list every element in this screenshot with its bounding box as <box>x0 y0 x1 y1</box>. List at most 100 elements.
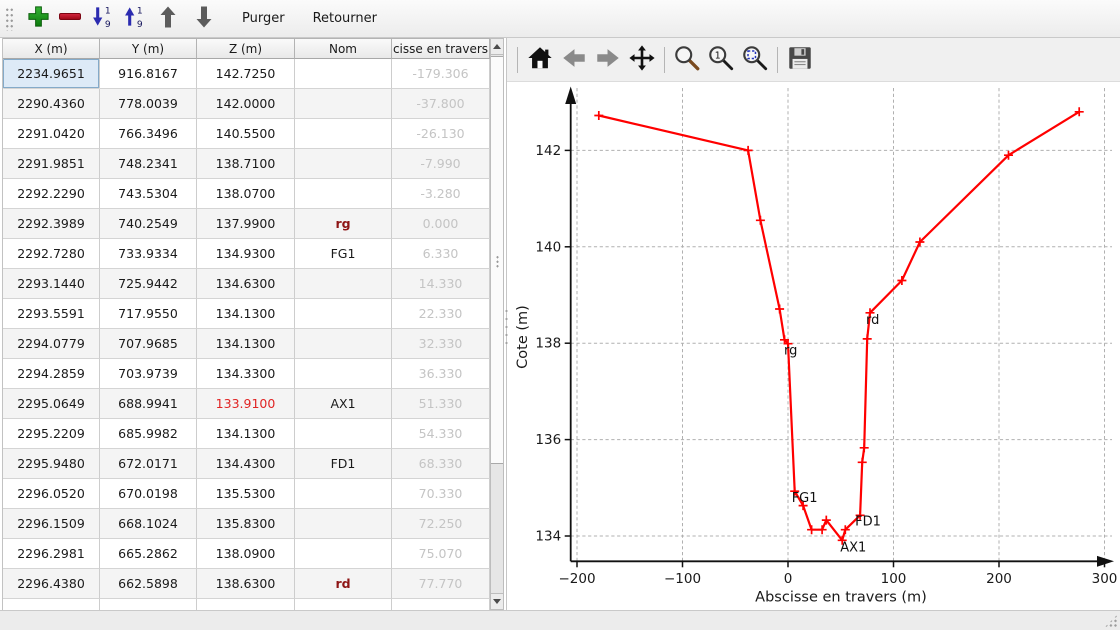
forward-button[interactable] <box>591 42 625 78</box>
cell-x[interactable]: 2295.9480 <box>3 449 100 479</box>
cell-nom[interactable] <box>295 539 392 569</box>
cell-z[interactable]: 138.6300 <box>197 569 295 599</box>
cell-x[interactable]: 2296.2981 <box>3 539 100 569</box>
cell-nom[interactable]: AX1 <box>295 389 392 419</box>
cell-z[interactable]: 142.0000 <box>197 89 295 119</box>
cell-abscisse[interactable]: -37.800 <box>392 89 490 119</box>
cell-y[interactable]: 672.0171 <box>100 449 197 479</box>
column-header-2[interactable]: Z (m) <box>197 38 295 59</box>
cell-z[interactable]: 134.1300 <box>197 419 295 449</box>
cell-abscisse[interactable]: -179.306 <box>392 59 490 89</box>
table-scrollbar[interactable] <box>490 38 504 610</box>
cell-z[interactable]: 134.3300 <box>197 359 295 389</box>
cell-nom[interactable] <box>295 299 392 329</box>
cell-abscisse[interactable]: 72.250 <box>392 509 490 539</box>
cell-x[interactable]: 2295.0649 <box>3 389 100 419</box>
cell-nom[interactable]: FG1 <box>295 239 392 269</box>
cell-y[interactable]: 703.9739 <box>100 359 197 389</box>
cell-nom[interactable] <box>295 89 392 119</box>
cell-x[interactable]: 2294.2859 <box>3 359 100 389</box>
cell-x[interactable] <box>3 599 100 610</box>
cell-x[interactable]: 2296.1509 <box>3 509 100 539</box>
sort-ascending-button[interactable]: 1 9 <box>120 4 148 34</box>
cell-y[interactable]: 688.9941 <box>100 389 197 419</box>
cell-x[interactable]: 2292.3989 <box>3 209 100 239</box>
cell-x[interactable]: 2296.0520 <box>3 479 100 509</box>
column-header-1[interactable]: Y (m) <box>100 38 197 59</box>
cell-y[interactable]: 662.5898 <box>100 569 197 599</box>
pan-button[interactable] <box>625 42 659 78</box>
cell-z[interactable]: 134.1300 <box>197 299 295 329</box>
cell-abscisse[interactable]: -7.990 <box>392 149 490 179</box>
cell-y[interactable]: 685.9982 <box>100 419 197 449</box>
cell-z[interactable]: 138.7100 <box>197 149 295 179</box>
cell-x[interactable]: 2293.5591 <box>3 299 100 329</box>
cell-nom[interactable] <box>295 179 392 209</box>
cell-nom[interactable] <box>295 269 392 299</box>
cell-nom[interactable]: rg <box>295 209 392 239</box>
cell-z[interactable] <box>197 599 295 610</box>
move-down-button[interactable] <box>188 4 220 34</box>
cell-z[interactable]: 138.0700 <box>197 179 295 209</box>
cell-nom[interactable] <box>295 59 392 89</box>
cell-nom[interactable] <box>295 509 392 539</box>
cell-y[interactable]: 668.1024 <box>100 509 197 539</box>
cell-abscisse[interactable]: 14.330 <box>392 269 490 299</box>
cell-x[interactable]: 2234.9651 <box>3 59 100 89</box>
cell-abscisse[interactable] <box>392 599 490 610</box>
cell-y[interactable]: 766.3496 <box>100 119 197 149</box>
save-button[interactable] <box>783 42 817 78</box>
cell-x[interactable]: 2296.4380 <box>3 569 100 599</box>
remove-point-button[interactable] <box>56 4 84 34</box>
cell-y[interactable]: 665.2862 <box>100 539 197 569</box>
scrollbar-thumb[interactable] <box>491 56 503 464</box>
cell-nom[interactable] <box>295 119 392 149</box>
cell-x[interactable]: 2293.1440 <box>3 269 100 299</box>
cell-abscisse[interactable]: 22.330 <box>392 299 490 329</box>
cell-x[interactable]: 2295.2209 <box>3 419 100 449</box>
cell-nom[interactable]: rd <box>295 569 392 599</box>
cell-z[interactable]: 133.9100 <box>197 389 295 419</box>
add-point-button[interactable] <box>24 4 52 34</box>
cell-nom[interactable] <box>295 149 392 179</box>
cell-abscisse[interactable]: 75.070 <box>392 539 490 569</box>
cell-z[interactable]: 134.1300 <box>197 329 295 359</box>
cell-abscisse[interactable]: 70.330 <box>392 479 490 509</box>
cell-abscisse[interactable]: 54.330 <box>392 419 490 449</box>
cell-nom[interactable]: FD1 <box>295 449 392 479</box>
cell-y[interactable]: 717.9550 <box>100 299 197 329</box>
panel-splitter[interactable] <box>504 307 509 347</box>
cell-z[interactable]: 137.9900 <box>197 209 295 239</box>
cell-x[interactable]: 2292.7280 <box>3 239 100 269</box>
purger-button[interactable]: Purger <box>232 7 295 30</box>
cell-z[interactable]: 134.9300 <box>197 239 295 269</box>
cell-abscisse[interactable]: 32.330 <box>392 329 490 359</box>
profile-chart-canvas[interactable]: −200−1000100200300134136138140142Absciss… <box>507 82 1120 609</box>
cell-nom[interactable] <box>295 479 392 509</box>
column-header-0[interactable]: X (m) <box>3 38 100 59</box>
resize-grip-icon[interactable] <box>1104 614 1118 628</box>
column-header-4[interactable]: cisse en travers <box>392 38 490 59</box>
zoom-original-button[interactable]: 1 <box>704 42 738 78</box>
cell-z[interactable]: 140.5500 <box>197 119 295 149</box>
cell-z[interactable]: 134.4300 <box>197 449 295 479</box>
cell-abscisse[interactable]: 68.330 <box>392 449 490 479</box>
cell-z[interactable]: 134.6300 <box>197 269 295 299</box>
zoom-button[interactable] <box>670 42 704 78</box>
cell-nom[interactable] <box>295 359 392 389</box>
cell-y[interactable]: 707.9685 <box>100 329 197 359</box>
back-button[interactable] <box>557 42 591 78</box>
cell-x[interactable]: 2292.2290 <box>3 179 100 209</box>
cell-y[interactable]: 778.0039 <box>100 89 197 119</box>
cell-y[interactable]: 733.9334 <box>100 239 197 269</box>
scroll-down-button[interactable] <box>491 593 503 609</box>
column-header-3[interactable]: Nom <box>295 38 392 59</box>
sort-descending-button[interactable]: 1 9 <box>88 4 116 34</box>
cell-abscisse[interactable]: 0.000 <box>392 209 490 239</box>
cell-z[interactable]: 142.7250 <box>197 59 295 89</box>
cell-y[interactable]: 743.5304 <box>100 179 197 209</box>
cell-abscisse[interactable]: -26.130 <box>392 119 490 149</box>
cell-y[interactable]: 916.8167 <box>100 59 197 89</box>
home-button[interactable] <box>523 42 557 78</box>
cell-x[interactable]: 2291.9851 <box>3 149 100 179</box>
